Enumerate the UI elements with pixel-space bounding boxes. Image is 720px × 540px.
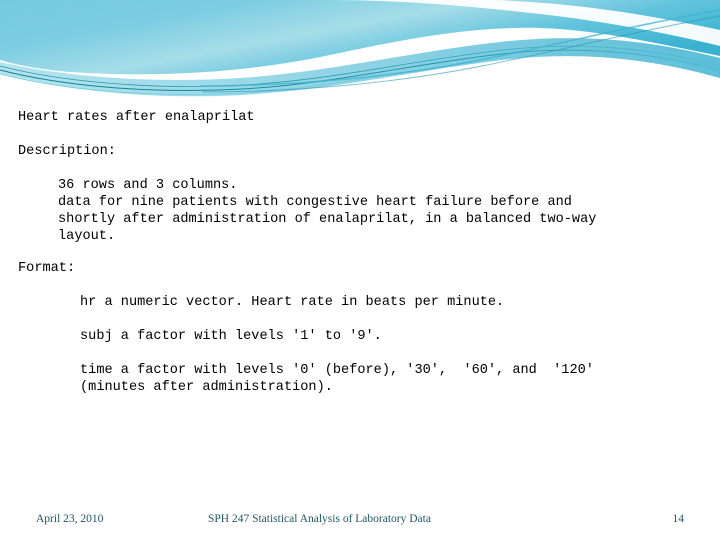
description-heading: Description: [18,144,116,159]
dataset-title: Heart rates after enalaprilat [18,110,255,125]
wave-hairline-1 [0,49,720,91]
description-line: shortly after administration of enalapri… [58,212,597,227]
wave-primary-shape [0,0,720,75]
format-entry-hr: hr a numeric vector. Heart rate in beats… [80,295,505,310]
wave-arc-right-2 [201,15,720,93]
description-line: 36 rows and 3 columns. [58,178,238,193]
format-entry-subj: subj a factor with levels '1' to '9'. [80,329,382,344]
format-entry-time: time a factor with levels '0' (before), … [80,363,594,378]
slide-footer: April 23, 2010 SPH 247 Statistical Analy… [0,512,720,532]
footer-page-number: 14 [672,513,685,525]
header-wave-decoration [0,0,720,97]
wave-hairline-3 [0,53,720,95]
description-line: data for nine patients with congestive h… [58,195,572,210]
wave-arc-right [199,9,720,87]
wave-hairline-2 [0,45,720,87]
footer-date: April 23, 2010 [36,513,104,525]
description-line: layout. [58,229,116,244]
format-heading: Format: [18,261,76,276]
footer-course-title: SPH 247 Statistical Analysis of Laborato… [208,513,431,525]
format-entry-time-continuation: (minutes after administration). [80,380,333,395]
wave-white-swoosh [330,0,720,46]
slide-canvas: Heart rates after enalaprilat Descriptio… [0,0,720,540]
wave-secondary-band [0,38,720,97]
